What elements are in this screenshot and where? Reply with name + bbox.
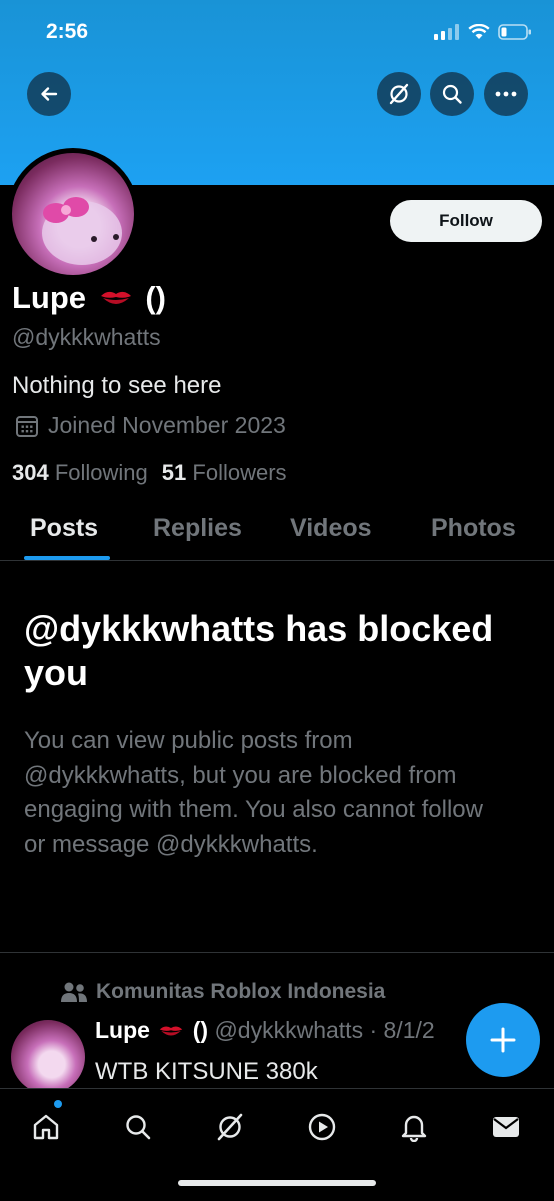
kiss-icon	[100, 291, 131, 304]
follow-button[interactable]: Follow	[390, 200, 542, 242]
profile-avatar-frame[interactable]	[7, 148, 139, 280]
nav-notifications[interactable]	[394, 1107, 434, 1147]
active-tab-indicator	[24, 556, 110, 560]
search-button[interactable]	[430, 72, 474, 116]
arrow-left-icon	[41, 87, 58, 101]
community-name: Komunitas Roblox Indonesia	[96, 980, 386, 1003]
tab-posts[interactable]: Posts	[30, 514, 98, 543]
search-icon	[126, 1115, 151, 1140]
home-icon	[33, 1114, 59, 1140]
tab-photos[interactable]: Photos	[431, 514, 516, 543]
signal-icon	[434, 24, 459, 40]
community-icon	[61, 982, 87, 1002]
joined-date: Joined November 2023	[14, 412, 286, 439]
post-text: WTB KITSUNE 380k	[95, 1058, 318, 1085]
post-author-handle[interactable]: @dykkkwhatts	[214, 1017, 363, 1043]
nav-search[interactable]	[118, 1107, 158, 1147]
post-date: · 8/1/2	[369, 1017, 435, 1043]
nav-home[interactable]	[26, 1107, 66, 1147]
nav-messages[interactable]	[486, 1107, 526, 1147]
profile-name-suffix: ()	[145, 280, 166, 315]
nav-video[interactable]	[302, 1107, 342, 1147]
avatar-bow-icon	[42, 197, 122, 265]
profile-name: Lupe ()	[12, 280, 166, 316]
following-label: Following	[54, 460, 148, 485]
tab-videos[interactable]: Videos	[290, 514, 372, 543]
joined-text: Joined November 2023	[48, 412, 286, 438]
post-header: Lupe () @dykkkwhatts · 8/1/2	[95, 1017, 435, 1044]
community-label[interactable]: Komunitas Roblox Indonesia	[60, 980, 385, 1004]
post-author-name[interactable]: Lupe	[95, 1017, 150, 1043]
clock: 2:56	[46, 20, 89, 43]
bell-icon	[401, 1115, 427, 1142]
status-icons	[434, 24, 532, 40]
follow-stats: 304 Following 51 Followers	[12, 460, 287, 486]
grok-icon	[389, 83, 409, 105]
video-icon	[308, 1113, 336, 1141]
divider	[0, 952, 554, 953]
grok-icon	[217, 1113, 243, 1141]
grok-button[interactable]	[377, 72, 421, 116]
following-count: 304	[12, 460, 49, 485]
tab-replies[interactable]: Replies	[153, 514, 242, 543]
compose-button[interactable]	[466, 1003, 540, 1077]
avatar	[12, 153, 134, 275]
followers-label: Followers	[192, 460, 287, 485]
profile-bio: Nothing to see here	[12, 372, 222, 399]
following-link[interactable]: 304 Following	[12, 460, 148, 486]
status-bar: 2:56	[0, 18, 554, 50]
more-button[interactable]	[484, 72, 528, 116]
followers-link[interactable]: 51 Followers	[162, 460, 287, 486]
calendar-icon	[16, 415, 38, 437]
profile-handle: @dykkkwhatts	[12, 324, 161, 350]
profile-display-name: Lupe	[12, 280, 87, 315]
search-icon	[442, 84, 462, 104]
battery-icon	[498, 24, 531, 40]
profile-tabs: Posts Replies Videos Photos	[0, 510, 554, 561]
post-avatar[interactable]	[11, 1020, 85, 1094]
post-author-suffix: ()	[192, 1017, 209, 1043]
plus-icon	[490, 1027, 516, 1053]
blocked-title: @dykkkwhatts has blocked you	[24, 608, 494, 693]
followers-count: 51	[161, 460, 187, 485]
nav-grok[interactable]	[210, 1107, 250, 1147]
home-indicator	[178, 1180, 376, 1186]
more-icon	[495, 91, 517, 97]
notification-dot	[54, 1100, 62, 1108]
mail-icon	[493, 1117, 519, 1137]
wifi-icon	[468, 24, 490, 39]
blocked-message: You can view public posts from @dykkkwha…	[24, 727, 483, 858]
kiss-icon	[160, 1026, 183, 1036]
back-button[interactable]	[27, 72, 71, 116]
